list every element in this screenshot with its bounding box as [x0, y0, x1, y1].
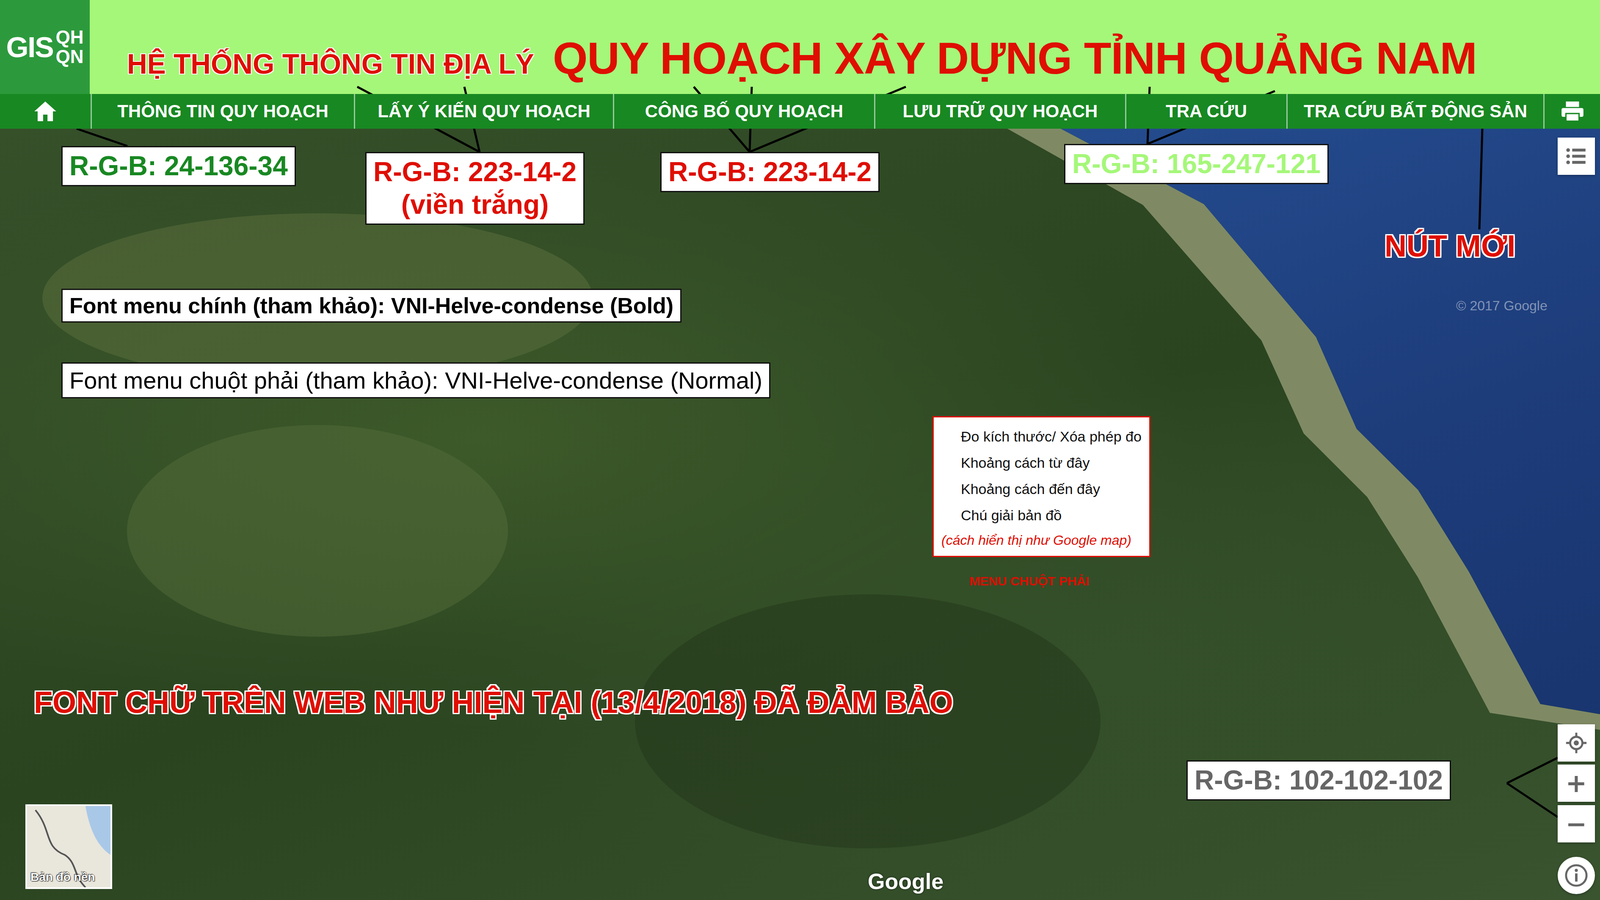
nav-item[interactable]: TRA CỨU BẤT ĐỘNG SẢN: [1287, 93, 1545, 129]
context-menu: Đo kích thước/ Xóa phép đoKhoảng cách từ…: [932, 416, 1151, 558]
context-menu-item[interactable]: Chú giải bản đồ: [941, 502, 1142, 529]
nav-label: LƯU TRỮ QUY HOẠCH: [902, 101, 1098, 122]
annotation-text: R-G-B: 223-14-2: [373, 155, 577, 189]
zoom-controls: +−: [1557, 764, 1595, 843]
annotation-text: Font menu chuột phải (tham khảo): VNI-He…: [69, 366, 763, 395]
annotation-line: [1506, 757, 1558, 784]
logo-stack: QHQN: [55, 27, 84, 67]
list-icon: [1564, 143, 1589, 169]
annotation: Font menu chính (tham khảo): VNI-Helve-c…: [61, 288, 682, 323]
annotation: R-G-B: 102-102-102: [1186, 760, 1452, 801]
nav-item[interactable]: THÔNG TIN QUY HOẠCH: [91, 93, 356, 129]
nav-label: THÔNG TIN QUY HOẠCH: [117, 101, 329, 122]
map-attribution: Google: [867, 868, 944, 894]
annotation-line: [1479, 128, 1483, 230]
annotation-line: [76, 128, 128, 147]
nav-label: CÔNG BỐ QUY HOẠCH: [645, 101, 844, 122]
annotation: R-G-B: 24-136-34: [61, 146, 296, 187]
annotation-line: [357, 86, 480, 152]
annotation: FONT CHỮ TRÊN WEB NHƯ HIỆN TẠI (13/4/201…: [33, 685, 954, 720]
context-menu-item[interactable]: Khoảng cách đến đây: [941, 475, 1142, 503]
subtitle: HỆ THỐNG THÔNG TIN ĐỊA LÝ: [126, 49, 535, 78]
print-button[interactable]: [1544, 93, 1600, 129]
titles: HỆ THỐNG THÔNG TIN ĐỊA LÝ QUY HOẠCH XÂY D…: [89, 0, 1477, 94]
annotation: R-G-B: 165-247-121: [1064, 143, 1329, 185]
annotation-text: NÚT MỚI: [1384, 229, 1516, 263]
home-button[interactable]: [0, 93, 92, 129]
zoom-button[interactable]: +: [1557, 764, 1595, 802]
logo-main: GIS: [5, 30, 53, 64]
nav-bar: THÔNG TIN QUY HOẠCH LẤY Ý KIẾN QUY HOẠCH C…: [0, 93, 1600, 129]
printer-icon: [1559, 98, 1586, 125]
annotation-line: [693, 86, 750, 152]
context-menu-note: (cách hiển thị như Google map): [941, 528, 1142, 549]
annotation-line: [1147, 91, 1275, 144]
nav-item[interactable]: TRA CỨU: [1126, 93, 1288, 129]
nav-item[interactable]: LƯU TRỮ QUY HOẠCH: [875, 93, 1127, 129]
title: QUY HOẠCH XÂY DỰNG TỈNH QUẢNG NAM: [552, 35, 1477, 81]
logo[interactable]: GISQHQN: [0, 0, 90, 94]
annotation: R-G-B: 223-14-2(viền trắng): [365, 151, 585, 225]
logo-part: QH: [55, 27, 84, 47]
nav-item[interactable]: LẤY Ý KIẾN QUY HOẠCH: [355, 93, 615, 129]
annotation-line: [1506, 783, 1558, 817]
annotation-text: R-G-B: 24-136-34: [69, 149, 288, 183]
annotation-line: [464, 86, 480, 152]
context-menu-item[interactable]: Khoảng cách từ đây: [941, 449, 1142, 476]
annotation: NÚT MỚI: [1384, 229, 1516, 263]
annotation-text: Font menu chính (tham khảo): VNI-Helve-c…: [69, 292, 674, 319]
map-terrain: [634, 594, 1101, 849]
annotation-text: (viền trắng): [373, 188, 577, 221]
locate-button[interactable]: [1557, 724, 1595, 762]
map-copyright: © 2017 Google: [1456, 297, 1548, 314]
nav-label: TRA CỨU BẤT ĐỘNG SẢN: [1303, 101, 1528, 122]
map-terrain: [126, 424, 508, 637]
header: GISQHQN HỆ THỐNG THÔNG TIN ĐỊA LÝ QUY HOẠC…: [0, 0, 1600, 94]
nav-label: LẤY Ý KIẾN QUY HOẠCH: [377, 101, 591, 122]
zoom-button[interactable]: −: [1557, 805, 1595, 843]
nav-item[interactable]: CÔNG BỐ QUY HOẠCH: [614, 93, 876, 129]
annotation: R-G-B: 223-14-2: [660, 151, 880, 193]
logo-part: QN: [55, 46, 84, 67]
context-menu-item[interactable]: Đo kích thước/ Xóa phép đo: [941, 423, 1142, 450]
context-menu-caption: MENU CHUỘT PHẢI: [969, 573, 1090, 589]
annotation: Font menu chuột phải (tham khảo): VNI-He…: [61, 362, 771, 399]
annotation-line: [1147, 86, 1150, 144]
locate-icon: [1564, 730, 1589, 756]
nav-label: TRA CỨU: [1165, 101, 1247, 122]
annotation-text: FONT CHỮ TRÊN WEB NHƯ HIỆN TẠI (13/4/201…: [33, 685, 954, 720]
annotation-text: R-G-B: 165-247-121: [1072, 147, 1321, 181]
base-layer-switch[interactable]: Bản đồ nền: [25, 804, 113, 889]
info-button[interactable]: [1557, 856, 1595, 894]
annotation-line: [749, 86, 752, 152]
annotation-text: R-G-B: 102-102-102: [1194, 764, 1443, 797]
screen: GISQHQN HỆ THỐNG THÔNG TIN ĐỊA LÝ QUY HOẠC…: [0, 0, 1600, 900]
annotation-text: R-G-B: 223-14-2: [668, 155, 872, 189]
base-layer-label: Bản đồ nền: [30, 870, 95, 884]
layer-list-button[interactable]: [1557, 137, 1595, 175]
info-icon: [1564, 863, 1589, 888]
home-icon: [32, 98, 59, 125]
annotation-line: [749, 86, 906, 152]
